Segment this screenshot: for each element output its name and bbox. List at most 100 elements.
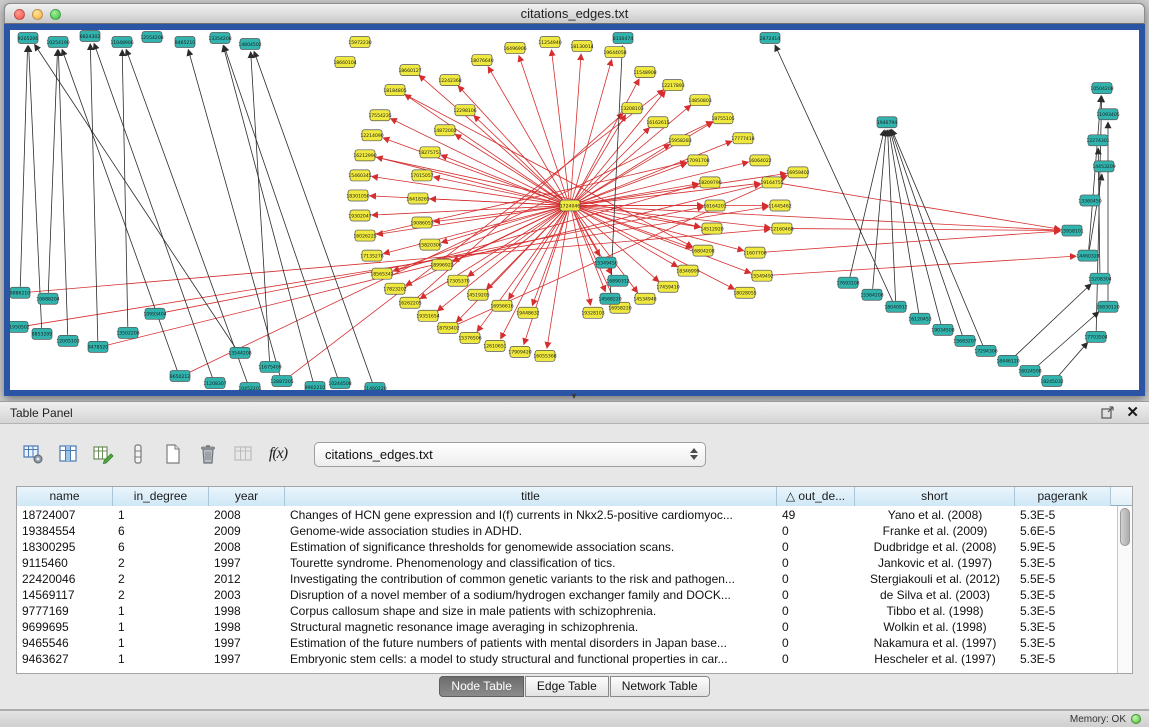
graph-node[interactable]: 16262205 [398,297,421,308]
close-window-button[interactable] [14,9,25,20]
graph-node[interactable]: 14804502 [238,39,261,50]
close-panel-icon[interactable]: ✕ [1126,406,1139,420]
graph-node[interactable]: 19328103 [581,307,604,318]
network-graph[interactable]: 1724046186601271818480517554235122140901… [10,30,1139,390]
column-header-title[interactable]: title [285,487,777,506]
graph-node[interactable]: 18028055 [733,287,756,298]
graph-node[interactable]: 15958283 [668,135,691,146]
graph-node[interactable]: 12554208 [140,32,163,43]
create-table-icon[interactable] [160,441,186,467]
graph-node[interactable]: 14850803 [688,95,711,106]
table-select-dropdown[interactable]: citations_edges.txt [314,442,706,467]
graph-node[interactable]: 11445462 [768,200,791,211]
graph-node[interactable]: 15208304 [1088,273,1111,284]
graph-node[interactable]: 15820306 [418,239,441,250]
graph-node[interactable]: 12160468 [770,223,793,234]
graph-node[interactable]: 18755105 [711,113,734,124]
graph-node[interactable]: 13502208 [116,327,139,338]
graph-node[interactable]: 11460220 [363,382,386,390]
graph-node[interactable]: 16418265 [406,193,429,204]
graph-node[interactable]: 18346999 [676,265,699,276]
tab-edge-table[interactable]: Edge Table [525,676,609,697]
import-table-icon[interactable] [230,441,256,467]
graph-node[interactable]: 14568220 [598,293,621,304]
graph-node[interactable]: 10688204 [36,293,59,304]
graph-node[interactable]: 18996922 [430,259,453,270]
graph-node[interactable]: 14872003 [433,125,456,136]
graph-node[interactable]: 19448632 [516,307,539,318]
graph-node[interactable]: 12887205 [270,375,293,386]
network-titlebar[interactable]: citations_edges.txt [4,3,1145,24]
column-header-page[interactable]: pagerank [1015,487,1111,506]
table-row[interactable]: 2242004622012Investigating the contribut… [17,571,1117,587]
graph-node[interactable]: 16162615 [646,117,669,128]
delete-table-icon[interactable] [195,441,221,467]
table-scrollbar-thumb[interactable] [1120,508,1130,546]
graph-node[interactable]: 11950502 [10,321,30,332]
graph-node[interactable]: 17015057 [410,170,433,181]
graph-node[interactable]: 18076640 [470,55,493,66]
table-row[interactable]: 1830029562008Estimation of significance … [17,539,1117,555]
graph-node[interactable]: 17823202 [383,283,406,294]
graph-node[interactable]: 14519205 [466,289,489,300]
table-settings-icon[interactable] [20,441,46,467]
graph-node[interactable]: 19086053 [410,217,433,228]
zoom-window-button[interactable] [50,9,61,20]
graph-node[interactable]: 16496906 [503,43,526,54]
graph-node[interactable]: 15364208 [860,289,883,300]
graph-node[interactable]: 16890312 [606,275,629,286]
graph-node[interactable]: 9465210 [175,37,196,48]
graph-node[interactable]: 12214090 [360,130,383,141]
graph-node[interactable]: 13354208 [208,33,231,44]
column-header-out[interactable]: △ out_de... [777,487,855,506]
graph-node[interactable]: 17554235 [368,110,391,121]
graph-node[interactable]: 10993404 [143,308,166,319]
graph-node[interactable]: 10254190 [46,37,69,48]
tab-network-table[interactable]: Network Table [610,676,710,697]
table-row[interactable]: 1938455462009Genome-wide association stu… [17,523,1117,539]
graph-node[interactable]: 17091708 [686,155,709,166]
graph-node[interactable]: 11548908 [633,67,656,78]
graph-node[interactable]: 16804208 [691,245,714,256]
graph-node[interactable]: 17703504 [1084,331,1107,342]
table-row[interactable]: 946362711997Embryonic stem cells: a mode… [17,651,1117,667]
graph-node[interactable]: 14512920 [700,223,723,234]
graph-node[interactable]: 15972230 [348,37,371,48]
graph-node[interactable]: 10452201 [238,382,261,390]
graph-node[interactable]: 19034508 [931,324,954,335]
graph-node[interactable]: 19644058 [603,47,626,58]
graph-node[interactable]: 10244508 [328,377,351,388]
float-panel-icon[interactable] [1101,406,1114,419]
graph-node[interactable]: 17909420 [508,346,531,357]
graph-node[interactable]: 11093405 [1096,109,1119,120]
graph-node[interactable]: 15349450 [594,257,617,268]
graph-node[interactable]: 14453209 [1092,161,1115,172]
table-row[interactable]: 1456911722003Disruption of a novel membe… [17,587,1117,603]
graph-node[interactable]: 11675409 [258,361,281,372]
graph-node[interactable]: 8853209 [32,328,53,339]
graph-node[interactable]: 9650212 [170,370,191,381]
graph-node[interactable]: 11254940 [538,37,561,48]
graph-node[interactable]: 14460328 [1076,250,1099,261]
graph-node[interactable]: 12274301 [1086,135,1109,146]
table-row[interactable]: 969969511998Structural magnetic resonanc… [17,619,1117,635]
graph-node[interactable]: 18275751 [418,147,441,158]
graph-node[interactable]: 11208307 [203,377,226,388]
graph-node[interactable]: 17693108 [836,277,859,288]
graph-node[interactable]: 16830120 [1096,301,1119,312]
graph-node[interactable]: 17305370 [446,275,469,286]
graph-node[interactable]: 8824302 [80,31,101,42]
column-visibility-icon[interactable] [55,441,81,467]
graph-node[interactable]: 14534948 [633,293,656,304]
graph-node[interactable]: 17459410 [656,281,679,292]
graph-node[interactable]: 17135278 [360,250,383,261]
graph-node[interactable]: 18040912 [884,301,907,312]
export-table-icon[interactable] [90,441,116,467]
graph-node[interactable]: 18565342 [370,268,393,279]
column-header-year[interactable]: year [209,487,285,506]
graph-node[interactable]: 9478520 [88,341,109,352]
graph-node[interactable]: 18209790 [698,177,721,188]
graph-node[interactable]: 2872414 [760,33,781,44]
graph-node[interactable]: 16959402 [786,167,809,178]
graph-node[interactable]: 18660127 [398,65,421,76]
